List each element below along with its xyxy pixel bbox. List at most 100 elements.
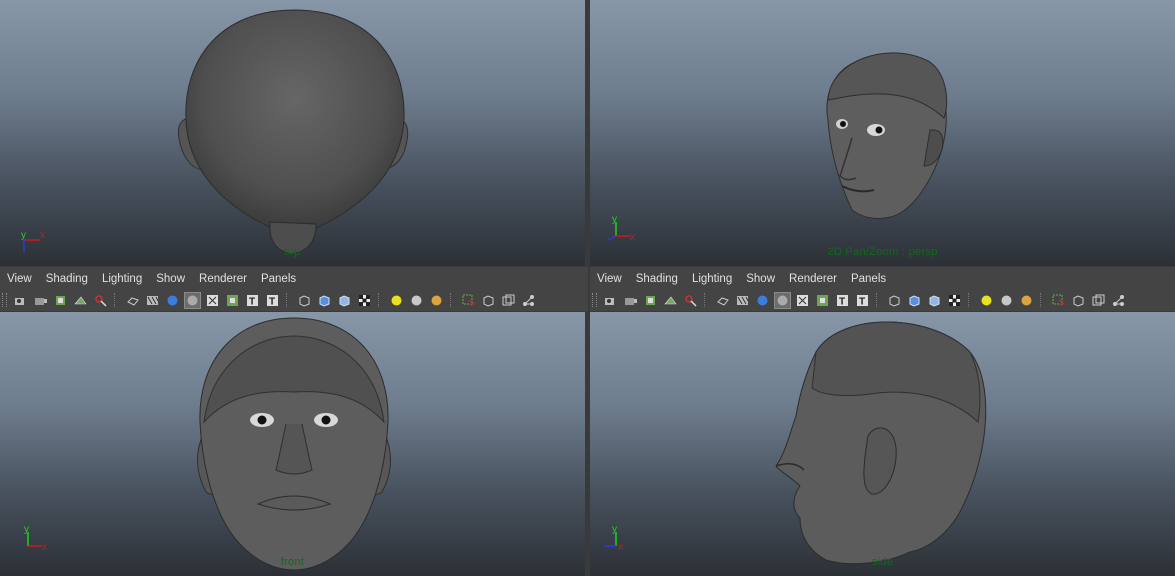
use-default-material-icon[interactable] xyxy=(316,292,333,309)
menu-renderer[interactable]: Renderer xyxy=(782,270,844,290)
viewport-front[interactable]: y x front xyxy=(0,312,585,576)
axis-gizmo: y x xyxy=(604,524,623,552)
backface-culling-icon[interactable] xyxy=(336,292,353,309)
shadows-icon[interactable] xyxy=(428,292,445,309)
head-model-top xyxy=(177,9,409,255)
axis-gizmo: y x xyxy=(607,214,635,242)
toolbar-separator xyxy=(1040,293,1045,307)
select-camera-icon[interactable] xyxy=(460,292,477,309)
xray-icon[interactable] xyxy=(204,292,221,309)
shadows-icon[interactable] xyxy=(1018,292,1035,309)
panel-toolbar: TT xyxy=(2,291,537,309)
head-model-persp xyxy=(826,52,948,219)
bookmark-camera-icon[interactable] xyxy=(32,292,49,309)
viewport-label: side xyxy=(871,556,894,568)
viewport-label: top xyxy=(284,246,301,258)
menu-view[interactable]: View xyxy=(590,270,629,290)
menu-panels[interactable]: Panels xyxy=(254,270,303,290)
bounding-box-icon[interactable] xyxy=(296,292,313,309)
menu-shading[interactable]: Shading xyxy=(39,270,95,290)
head-model-side xyxy=(775,321,987,565)
textured-icon[interactable]: T xyxy=(244,292,261,309)
flat-shade-icon[interactable] xyxy=(754,292,771,309)
xray-joints-icon[interactable] xyxy=(224,292,241,309)
camera-attributes-icon[interactable] xyxy=(12,292,29,309)
menu-renderer[interactable]: Renderer xyxy=(192,270,254,290)
axis-x-label: x xyxy=(630,232,635,242)
panel-toolbar: TT xyxy=(592,291,1127,309)
svg-text:T: T xyxy=(249,296,255,307)
viewport-label: front xyxy=(280,556,305,568)
hud-icon[interactable] xyxy=(1110,292,1127,309)
panel-menubar: View Shading Lighting Show Renderer Pane… xyxy=(590,270,893,290)
select-camera-icon[interactable] xyxy=(1050,292,1067,309)
use-default-material-icon[interactable] xyxy=(906,292,923,309)
resolution-gate-icon[interactable] xyxy=(480,292,497,309)
backface-culling-icon[interactable] xyxy=(926,292,943,309)
film-gate-icon[interactable] xyxy=(1090,292,1107,309)
toolbar-separator xyxy=(968,293,973,307)
toolbar-grip[interactable] xyxy=(592,293,597,307)
axis-y-label: y xyxy=(612,214,617,225)
viewport-label: 2D Pan/Zoom : persp xyxy=(827,246,938,258)
menu-lighting[interactable]: Lighting xyxy=(685,270,739,290)
head-model-front xyxy=(196,317,392,571)
bookmark-camera-icon[interactable] xyxy=(622,292,639,309)
shade-default-material-icon[interactable] xyxy=(774,291,791,309)
svg-text:T: T xyxy=(859,296,865,307)
image-plane-icon[interactable] xyxy=(642,292,659,309)
wireframe-icon[interactable] xyxy=(124,292,141,309)
axis-x-label: x xyxy=(40,230,45,241)
axis-y-label: y xyxy=(612,524,617,535)
hud-icon[interactable] xyxy=(520,292,537,309)
default-light-icon[interactable] xyxy=(408,292,425,309)
xray-icon[interactable] xyxy=(794,292,811,309)
flat-shade-icon[interactable] xyxy=(164,292,181,309)
viewport-side[interactable]: y x side xyxy=(590,312,1175,576)
toolbar-separator xyxy=(876,293,881,307)
textured-icon[interactable]: T xyxy=(834,292,851,309)
menu-panels[interactable]: Panels xyxy=(844,270,893,290)
panel-menubar: View Shading Lighting Show Renderer Pane… xyxy=(0,270,303,290)
resolution-gate-icon[interactable] xyxy=(1070,292,1087,309)
toolbar-separator xyxy=(286,293,291,307)
grid-icon[interactable] xyxy=(72,292,89,309)
axis-x-label: x xyxy=(618,542,623,552)
all-lights-icon[interactable] xyxy=(388,292,405,309)
smooth-shade-icon[interactable] xyxy=(144,292,161,309)
menu-show[interactable]: Show xyxy=(149,270,192,290)
svg-text:T: T xyxy=(269,296,275,307)
axis-y-label: y xyxy=(21,230,26,241)
text-icon[interactable]: T xyxy=(264,292,281,309)
toolbar-grip[interactable] xyxy=(2,293,7,307)
default-light-icon[interactable] xyxy=(998,292,1015,309)
panel-bar-right: View Shading Lighting Show Renderer Pane… xyxy=(590,267,1175,311)
isolate-select-icon[interactable] xyxy=(92,292,109,309)
menu-shading[interactable]: Shading xyxy=(629,270,685,290)
panel-bar-left: View Shading Lighting Show Renderer Pane… xyxy=(0,267,588,311)
checker-icon[interactable] xyxy=(946,292,963,309)
menu-show[interactable]: Show xyxy=(739,270,782,290)
smooth-shade-icon[interactable] xyxy=(734,292,751,309)
toolbar-separator xyxy=(114,293,119,307)
xray-joints-icon[interactable] xyxy=(814,292,831,309)
viewport-persp[interactable]: y x 2D Pan/Zoom : persp xyxy=(590,0,1175,266)
shade-default-material-icon[interactable] xyxy=(184,291,201,309)
grid-icon[interactable] xyxy=(662,292,679,309)
film-gate-icon[interactable] xyxy=(500,292,517,309)
axis-x-label: x xyxy=(42,542,47,552)
viewport-top[interactable]: x y top xyxy=(0,0,585,266)
image-plane-icon[interactable] xyxy=(52,292,69,309)
toolbar-separator xyxy=(450,293,455,307)
toolbar-separator xyxy=(378,293,383,307)
checker-icon[interactable] xyxy=(356,292,373,309)
isolate-select-icon[interactable] xyxy=(682,292,699,309)
menu-view[interactable]: View xyxy=(0,270,39,290)
menu-lighting[interactable]: Lighting xyxy=(95,270,149,290)
all-lights-icon[interactable] xyxy=(978,292,995,309)
wireframe-icon[interactable] xyxy=(714,292,731,309)
text-icon[interactable]: T xyxy=(854,292,871,309)
camera-attributes-icon[interactable] xyxy=(602,292,619,309)
svg-text:T: T xyxy=(839,296,845,307)
bounding-box-icon[interactable] xyxy=(886,292,903,309)
